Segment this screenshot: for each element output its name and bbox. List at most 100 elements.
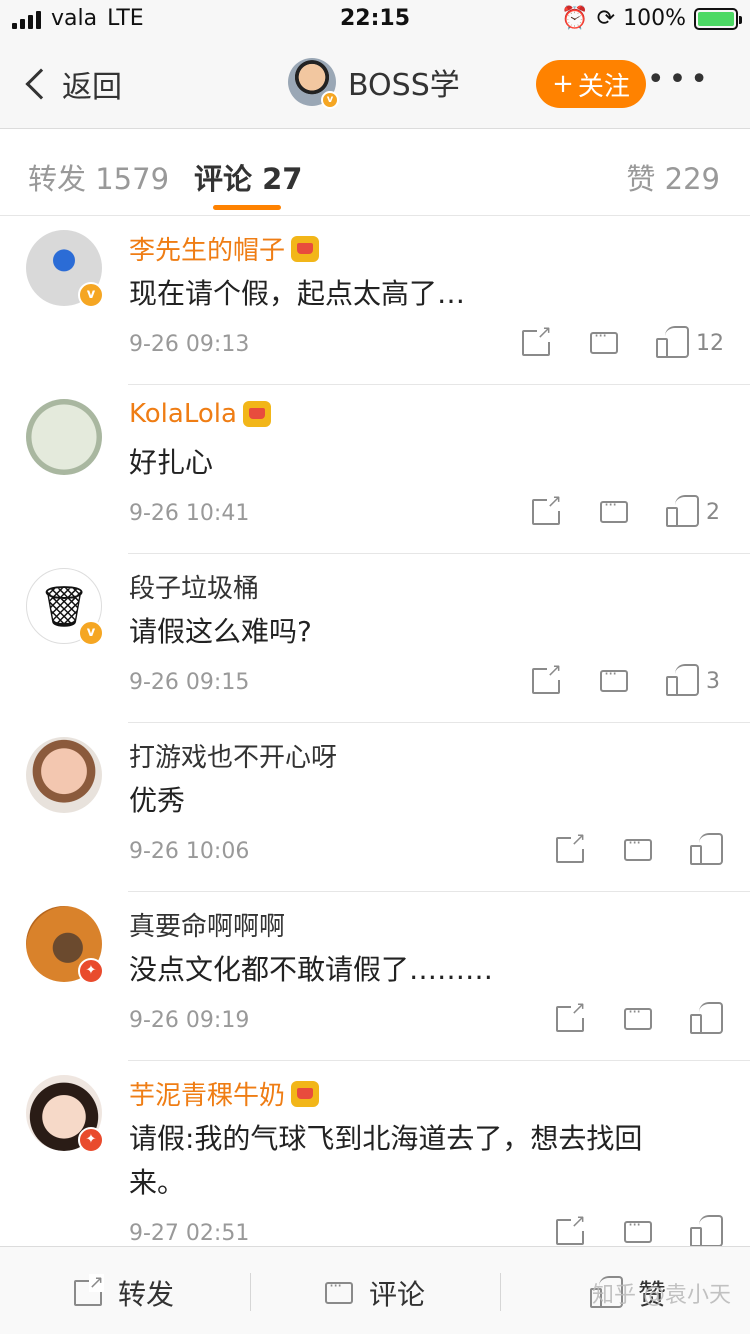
reply-button[interactable] bbox=[624, 833, 652, 861]
comment-item: v 李先生的帽子 现在请个假，起点太高了… 9-26 09:13 12 bbox=[0, 216, 750, 385]
avatar: v bbox=[288, 58, 339, 109]
thumbs-up-icon bbox=[666, 664, 699, 696]
comment-icon bbox=[624, 1002, 652, 1030]
reply-button[interactable] bbox=[600, 495, 628, 523]
comment-author[interactable]: 真要命啊啊啊 bbox=[129, 906, 285, 943]
avatar[interactable]: v bbox=[26, 230, 104, 308]
comment-label: 评论 bbox=[369, 1278, 426, 1311]
like-button[interactable]: 3 bbox=[666, 664, 720, 696]
comment-icon bbox=[600, 664, 628, 692]
more-button[interactable]: ••• bbox=[647, 65, 712, 95]
avatar[interactable]: ✦ bbox=[26, 1075, 104, 1153]
avatar[interactable]: ✦ bbox=[26, 906, 104, 984]
tab-bar: 转发 1579 评论 27 赞 229 bbox=[0, 130, 750, 216]
comment-time: 9-26 09:13 bbox=[129, 332, 250, 357]
repost-button[interactable]: 转发 bbox=[74, 1273, 174, 1313]
battery-percent: 100% bbox=[623, 6, 686, 31]
comment-item: 🗑 v 段子垃圾桶 请假这么难吗? 9-26 09:15 3 bbox=[0, 554, 750, 723]
like-button[interactable] bbox=[690, 1215, 723, 1247]
comment-item: 打游戏也不开心呀 优秀 9-26 10:06 bbox=[0, 723, 750, 892]
comment-author-label: 打游戏也不开心呀 bbox=[129, 743, 338, 773]
share-button[interactable] bbox=[532, 662, 562, 694]
comment-icon bbox=[600, 495, 628, 523]
verified-badge-icon: v bbox=[321, 91, 339, 109]
back-button[interactable]: 返回 bbox=[25, 62, 122, 106]
chevron-left-icon bbox=[25, 68, 57, 100]
tab-repost[interactable]: 转发 1579 bbox=[28, 156, 169, 198]
page-title: BOSS学 bbox=[348, 68, 460, 103]
red-badge-icon: ✦ bbox=[78, 958, 104, 984]
comment-text: 优秀 bbox=[129, 784, 186, 817]
avatar[interactable] bbox=[26, 737, 102, 813]
avatar[interactable]: 🗑 v bbox=[26, 568, 104, 646]
comment-list: v 李先生的帽子 现在请个假，起点太高了… 9-26 09:13 12 Kola… bbox=[0, 216, 750, 1254]
thumbs-up-icon bbox=[690, 1215, 723, 1247]
verified-badge-icon: v bbox=[78, 620, 104, 646]
back-label: 返回 bbox=[62, 70, 122, 105]
vip-crown-icon bbox=[242, 401, 271, 427]
comment-author-label: KolaLola bbox=[129, 399, 237, 429]
comment-text: 现在请个假，起点太高了… bbox=[129, 277, 466, 310]
bottom-action-bar: 转发 评论 赞 知乎 @袁小天 bbox=[0, 1246, 750, 1334]
reply-button[interactable] bbox=[590, 326, 618, 354]
like-button[interactable] bbox=[690, 833, 723, 865]
repost-label: 转发 bbox=[118, 1278, 175, 1311]
comment-time: 9-27 02:51 bbox=[129, 1221, 250, 1246]
nav-bar: 返回 v BOSS学 + 关注 ••• bbox=[0, 40, 750, 129]
reply-button[interactable] bbox=[600, 664, 628, 692]
comment-author[interactable]: 段子垃圾桶 bbox=[129, 568, 259, 605]
like-button[interactable]: 2 bbox=[666, 495, 720, 527]
comment-text: 请假:我的气球飞到北海道去了，想去找回来。 bbox=[129, 1122, 643, 1199]
comment-author[interactable]: 芋泥青稞牛奶 bbox=[129, 1075, 320, 1112]
like-count: 2 bbox=[706, 499, 720, 525]
tab-comment[interactable]: 评论 27 bbox=[194, 156, 302, 198]
share-icon bbox=[532, 662, 562, 694]
comment-author[interactable]: KolaLola bbox=[129, 399, 271, 429]
share-button[interactable] bbox=[556, 831, 586, 863]
reply-button[interactable] bbox=[624, 1215, 652, 1243]
comment-time: 9-26 10:41 bbox=[129, 501, 250, 526]
share-icon bbox=[532, 493, 562, 525]
share-icon bbox=[556, 831, 586, 863]
comment-time: 9-26 10:06 bbox=[129, 839, 250, 864]
comment-author[interactable]: 李先生的帽子 bbox=[129, 230, 320, 267]
watermark: 知乎 @袁小天 bbox=[592, 1283, 731, 1308]
follow-label: 关注 bbox=[577, 71, 630, 102]
share-icon bbox=[74, 1274, 104, 1306]
like-button[interactable]: 12 bbox=[656, 326, 724, 358]
status-bar: vala LTE 22:15 ⏰ ⟳ 100% bbox=[0, 0, 750, 40]
share-button[interactable] bbox=[556, 1213, 586, 1245]
like-count: 12 bbox=[696, 330, 724, 356]
thumbs-up-icon bbox=[656, 326, 689, 358]
comment-item: KolaLola 好扎心 9-26 10:41 2 bbox=[0, 385, 750, 554]
share-button[interactable] bbox=[556, 1000, 586, 1032]
alarm-icon: ⏰ bbox=[561, 6, 589, 31]
tab-indicator bbox=[213, 205, 281, 210]
comment-author[interactable]: 打游戏也不开心呀 bbox=[129, 737, 337, 774]
share-icon bbox=[556, 1000, 586, 1032]
comment-item: ✦ 真要命啊啊啊 没点文化都不敢请假了……… 9-26 09:19 bbox=[0, 892, 750, 1061]
comment-icon bbox=[325, 1276, 353, 1304]
comment-icon bbox=[624, 1215, 652, 1243]
comment-icon bbox=[590, 326, 618, 354]
like-button[interactable] bbox=[690, 1002, 723, 1034]
comment-author-label: 段子垃圾桶 bbox=[129, 574, 260, 604]
nav-profile[interactable]: v BOSS学 bbox=[288, 58, 460, 109]
comment-text: 没点文化都不敢请假了……… bbox=[129, 953, 494, 986]
share-button[interactable] bbox=[522, 324, 552, 356]
separator bbox=[500, 1273, 501, 1311]
share-button[interactable] bbox=[532, 493, 562, 525]
follow-button[interactable]: + 关注 bbox=[536, 60, 646, 108]
orientation-lock-icon: ⟳ bbox=[596, 6, 616, 31]
thumbs-up-icon bbox=[690, 833, 723, 865]
battery-icon bbox=[694, 7, 742, 30]
comment-author-label: 芋泥青稞牛奶 bbox=[129, 1081, 286, 1111]
comment-time: 9-26 09:19 bbox=[129, 1008, 250, 1033]
comment-text: 好扎心 bbox=[129, 446, 214, 479]
tab-like[interactable]: 赞 229 bbox=[626, 156, 720, 198]
reply-button[interactable] bbox=[624, 1002, 652, 1030]
comment-button[interactable]: 评论 bbox=[325, 1273, 425, 1313]
comment-author-label: 李先生的帽子 bbox=[129, 236, 286, 266]
comment-item: ✦ 芋泥青稞牛奶 请假:我的气球飞到北海道去了，想去找回来。 9-27 02:5… bbox=[0, 1061, 750, 1254]
avatar[interactable] bbox=[26, 399, 102, 475]
